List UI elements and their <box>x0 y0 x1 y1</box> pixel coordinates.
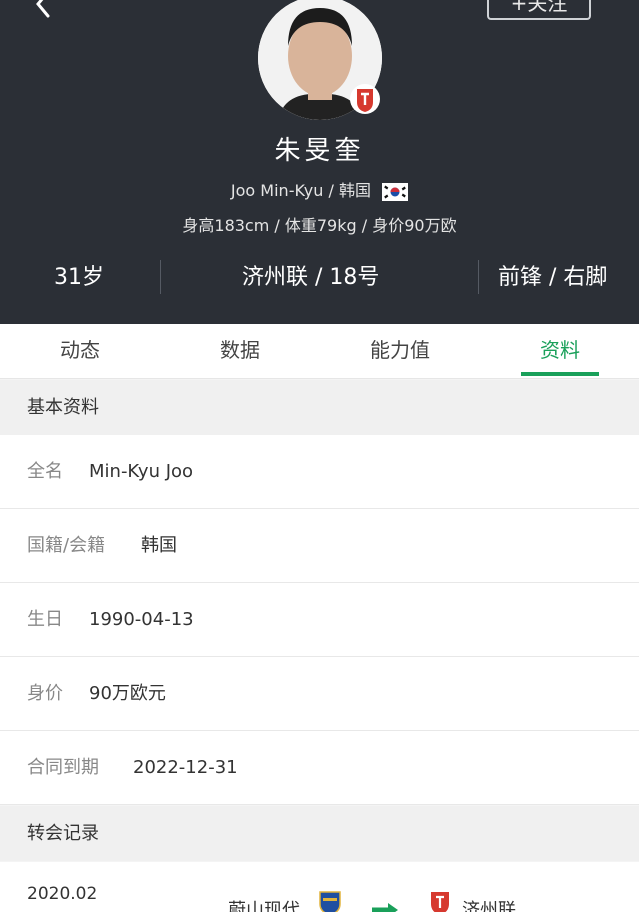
info-label: 生日 <box>27 609 63 630</box>
tab-news[interactable]: 动态 <box>30 324 130 379</box>
info-row-nationality: 国籍/会籍 韩国 <box>0 509 639 583</box>
info-label: 国籍/会籍 <box>27 535 106 556</box>
club-and-number[interactable]: 济州联 / 18号 <box>242 252 379 304</box>
info-row-full-name: 全名 Min-Kyu Joo <box>0 435 639 509</box>
player-name: 朱旻奎 <box>274 136 365 166</box>
tab-profile[interactable]: 资料 <box>510 324 610 379</box>
info-value: 90万欧元 <box>89 683 166 704</box>
transfer-arrow-icon <box>372 903 398 912</box>
info-value: 韩国 <box>141 535 177 556</box>
follow-button[interactable]: +关注 <box>487 0 591 20</box>
position-and-foot: 前锋 / 右脚 <box>498 265 608 290</box>
player-subline: Joo Min-Kyu / 韩国 <box>0 177 639 201</box>
info-label: 全名 <box>27 461 63 482</box>
player-infobar: 31岁 济州联 / 18号 前锋 / 右脚 <box>0 252 639 304</box>
nationality-short: 韩国 <box>338 181 371 200</box>
tab-bar: 动态 数据 能力值 资料 <box>0 324 639 379</box>
tab-stats[interactable]: 数据 <box>190 324 290 379</box>
jeju-club-badge-icon <box>350 84 380 114</box>
player-age: 31岁 <box>54 265 104 290</box>
transfer-to-club: 济州联 <box>462 900 516 912</box>
transfer-from-club: 蔚山现代 <box>228 900 300 912</box>
subline-separator: / <box>323 181 339 200</box>
info-value: 2022-12-31 <box>133 757 238 778</box>
ulsan-club-badge-icon <box>319 891 341 912</box>
info-label: 身价 <box>27 683 63 704</box>
jeju-club-badge-icon <box>431 892 449 912</box>
back-arrow-icon[interactable] <box>30 0 58 18</box>
english-name: Joo Min-Kyu <box>230 181 324 200</box>
info-value: Min-Kyu Joo <box>89 461 194 482</box>
player-header: +关注 朱旻奎 Joo Min-Kyu / 韩国 身高183cm / 体重79k… <box>0 0 639 324</box>
transfer-date: 2020.02 <box>27 884 98 904</box>
info-row-contract-expiry: 合同到期 2022-12-31 <box>0 731 639 805</box>
active-tab-indicator <box>521 372 599 376</box>
transfer-row[interactable]: 2020.02 蔚山现代 济州联 <box>0 862 639 912</box>
section-basic-info-title: 基本资料 <box>0 380 639 435</box>
divider <box>478 260 479 294</box>
info-row-market-value: 身价 90万欧元 <box>0 657 639 731</box>
body-stats: 身高183cm / 体重79kg / 身价90万欧 <box>182 216 457 235</box>
divider <box>160 260 161 294</box>
south-korea-flag-icon <box>382 182 409 201</box>
info-label: 合同到期 <box>27 757 99 778</box>
info-value: 1990-04-13 <box>89 609 194 630</box>
info-row-birthday: 生日 1990-04-13 <box>0 583 639 657</box>
tab-ability[interactable]: 能力值 <box>350 324 450 379</box>
section-transfer-history-title: 转会记录 <box>0 806 639 861</box>
